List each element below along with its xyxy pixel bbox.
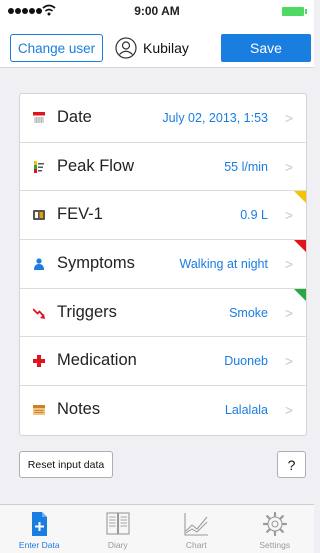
row-value: Smoke: [229, 305, 268, 320]
user-name: Kubilay: [143, 40, 189, 56]
entry-form-list: Date July 02, 2013, 1:53 > Peak Flow 55 …: [19, 93, 307, 436]
status-corner-red: [294, 240, 306, 253]
book-icon: [106, 512, 130, 535]
reset-input-data-button[interactable]: Reset input data: [19, 451, 113, 478]
tab-label: Diary: [107, 540, 128, 550]
row-label: FEV-1: [57, 205, 103, 224]
status-bar: 9:00 AM: [0, 0, 314, 22]
row-peak-flow[interactable]: Peak Flow 55 l/min >: [20, 143, 306, 192]
notes-icon: [33, 405, 45, 416]
row-value: 0.9 L: [240, 208, 268, 223]
row-notes[interactable]: Notes Lalalala >: [20, 386, 306, 435]
row-value: Walking at night: [179, 257, 268, 272]
tab-diary[interactable]: Diary: [79, 505, 158, 553]
row-label: Symptoms: [57, 254, 135, 273]
tab-enter-data[interactable]: Enter Data: [0, 505, 79, 553]
row-value: Lalalala: [224, 403, 268, 418]
tab-label: Settings: [259, 540, 291, 550]
user-circle-icon[interactable]: [115, 37, 137, 59]
tab-label: Chart: [185, 540, 207, 550]
tab-bar: Enter Data Diary Chart Settings: [0, 504, 314, 553]
row-symptoms[interactable]: Symptoms Walking at night >: [20, 240, 306, 289]
gear-icon: [262, 511, 287, 537]
tab-label: Enter Data: [18, 540, 60, 550]
status-time: 9:00 AM: [134, 4, 180, 18]
chevron-right-icon: >: [284, 256, 293, 273]
row-fev1[interactable]: FEV-1 0.9 L >: [20, 191, 306, 241]
row-medication[interactable]: Medication Duoneb >: [20, 337, 306, 387]
chevron-right-icon: >: [284, 110, 293, 126]
row-label: Medication: [57, 351, 137, 370]
chevron-right-icon: >: [284, 402, 293, 419]
peak-flow-meter-icon: [34, 160, 44, 173]
row-label: Date: [57, 108, 92, 126]
chevron-right-icon: >: [284, 353, 293, 370]
row-label: Notes: [57, 400, 101, 419]
line-chart-icon: [184, 513, 209, 536]
change-user-button[interactable]: Change user: [10, 34, 103, 62]
tab-settings[interactable]: Settings: [236, 505, 315, 553]
row-label: Triggers: [57, 302, 117, 321]
person-icon: [34, 258, 44, 271]
calendar-icon: [33, 112, 45, 124]
help-button[interactable]: ?: [277, 451, 306, 478]
status-corner-green: [294, 288, 306, 301]
tab-chart[interactable]: Chart: [157, 505, 236, 553]
row-date[interactable]: Date July 02, 2013, 1:53 >: [20, 94, 306, 143]
document-add-icon: [32, 512, 48, 536]
chevron-right-icon: >: [284, 207, 293, 224]
status-corner-yellow: [294, 191, 306, 204]
spirometer-icon: [33, 210, 45, 221]
chevron-right-icon: >: [284, 158, 293, 175]
trigger-arrow-icon: [33, 308, 45, 319]
battery-icon: [282, 7, 307, 16]
row-value: 55 l/min: [224, 159, 268, 174]
save-button[interactable]: Save: [221, 34, 311, 62]
chevron-right-icon: >: [284, 304, 293, 321]
top-bar: Change user Kubilay Save: [0, 22, 314, 68]
row-value: July 02, 2013, 1:53: [162, 111, 268, 125]
row-label: Peak Flow: [57, 156, 135, 175]
red-cross-icon: [33, 355, 45, 368]
row-triggers[interactable]: Triggers Smoke >: [20, 288, 306, 338]
row-value: Duoneb: [224, 354, 268, 369]
